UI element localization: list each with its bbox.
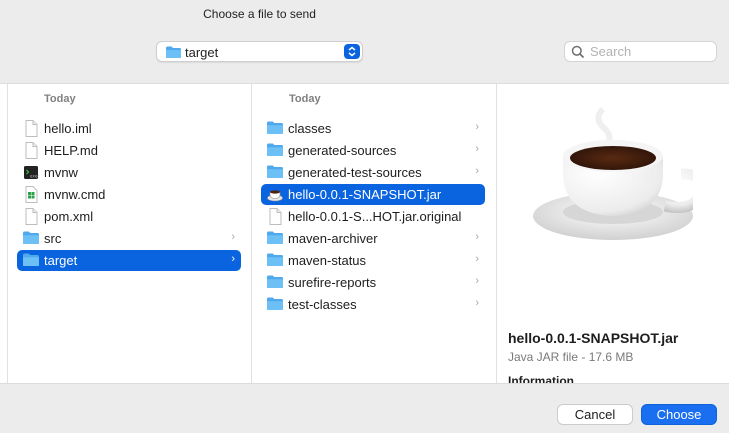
dialog-title: Choose a file to send xyxy=(203,7,316,21)
file-chooser-dialog: Choose a file to send target Today hello… xyxy=(0,0,729,433)
folder-row[interactable]: maven-archiver › xyxy=(261,228,485,249)
folder-icon xyxy=(266,230,284,247)
chevron-updown-icon[interactable] xyxy=(344,44,360,59)
item-name: hello-0.0.1-SNAPSHOT.jar xyxy=(288,187,442,202)
folder-icon xyxy=(266,274,284,291)
location-popup[interactable]: target xyxy=(156,41,363,62)
column-2[interactable]: Today classes › generated-sources › generate… xyxy=(252,84,497,383)
folder-row[interactable]: surefire-reports › xyxy=(261,272,485,293)
item-name: hello-0.0.1-S...HOT.jar.original xyxy=(288,209,462,224)
folder-row[interactable]: target › xyxy=(17,250,241,271)
folder-row[interactable]: generated-test-sources › xyxy=(261,162,485,183)
preview-information-heading: Information xyxy=(508,374,574,384)
file-row[interactable]: hello.iml xyxy=(17,118,241,139)
java-coffee-cup-icon xyxy=(533,104,709,257)
item-name: pom.xml xyxy=(44,209,94,224)
chevron-right-icon: › xyxy=(475,297,479,309)
item-name: HELP.md xyxy=(44,143,98,158)
folder-icon xyxy=(22,230,40,247)
folder-row[interactable]: generated-sources › xyxy=(261,140,485,161)
folder-icon xyxy=(266,164,284,181)
preview-pane: hello-0.0.1-SNAPSHOT.jar Java JAR file -… xyxy=(497,84,729,384)
item-name: maven-archiver xyxy=(288,231,378,246)
item-name: generated-test-sources xyxy=(288,165,422,180)
file-row[interactable]: hello-0.0.1-S...HOT.jar.original xyxy=(261,206,485,227)
folder-icon xyxy=(266,296,284,313)
item-name: mvnw xyxy=(44,165,78,180)
document-icon xyxy=(22,142,40,159)
item-name: classes xyxy=(288,121,332,136)
item-name: maven-status xyxy=(288,253,367,268)
search-icon xyxy=(571,45,585,62)
item-name: target xyxy=(44,253,78,268)
column-header: Today xyxy=(289,93,321,105)
chevron-right-icon: › xyxy=(231,231,235,243)
folder-icon xyxy=(266,142,284,159)
file-row[interactable]: hello-0.0.1-SNAPSHOT.jar xyxy=(261,184,485,205)
item-name: surefire-reports xyxy=(288,275,377,290)
document-icon xyxy=(22,120,40,137)
document-icon xyxy=(22,208,40,225)
location-label: target xyxy=(185,45,219,60)
item-name: mvnw.cmd xyxy=(44,187,106,202)
file-row[interactable]: mvnw.cmd xyxy=(17,184,241,205)
chevron-right-icon: › xyxy=(475,121,479,133)
column-edge xyxy=(0,84,8,383)
item-name: hello.iml xyxy=(44,121,92,136)
folder-row[interactable]: maven-status › xyxy=(261,250,485,271)
column-1[interactable]: Today hello.iml HELP.md exec mvnw mvnw.cmd po… xyxy=(8,84,252,383)
folder-icon xyxy=(165,45,182,62)
search-field[interactable] xyxy=(564,41,717,62)
chevron-right-icon: › xyxy=(475,275,479,287)
file-row[interactable]: HELP.md xyxy=(17,140,241,161)
chevron-right-icon: › xyxy=(475,143,479,155)
chevron-right-icon: › xyxy=(475,253,479,265)
terminal-exec-icon: exec xyxy=(22,164,40,181)
choose-button[interactable]: Choose xyxy=(641,404,717,425)
cancel-button[interactable]: Cancel xyxy=(557,404,633,425)
item-name: test-classes xyxy=(288,297,357,312)
windows-cmd-icon xyxy=(22,186,40,203)
svg-text:exec: exec xyxy=(30,174,40,179)
column-header: Today xyxy=(44,93,76,105)
file-row[interactable]: exec mvnw xyxy=(17,162,241,183)
search-input[interactable] xyxy=(590,43,710,60)
toolbar: target xyxy=(0,36,729,70)
folder-row[interactable]: classes › xyxy=(261,118,485,139)
folder-icon xyxy=(266,120,284,137)
java-jar-icon xyxy=(266,186,284,203)
folder-icon xyxy=(266,252,284,269)
preview-file-name: hello-0.0.1-SNAPSHOT.jar xyxy=(508,330,679,346)
column-browser: Today hello.iml HELP.md exec mvnw mvnw.cmd po… xyxy=(0,83,729,384)
chevron-right-icon: › xyxy=(231,253,235,265)
item-name: src xyxy=(44,231,62,246)
file-row[interactable]: pom.xml xyxy=(17,206,241,227)
folder-row[interactable]: src › xyxy=(17,228,241,249)
chevron-right-icon: › xyxy=(475,165,479,177)
item-name: generated-sources xyxy=(288,143,397,158)
chevron-right-icon: › xyxy=(475,231,479,243)
folder-icon xyxy=(22,252,40,269)
document-icon xyxy=(266,208,284,225)
folder-row[interactable]: test-classes › xyxy=(261,294,485,315)
preview-file-kind: Java JAR file - 17.6 MB xyxy=(508,350,634,364)
